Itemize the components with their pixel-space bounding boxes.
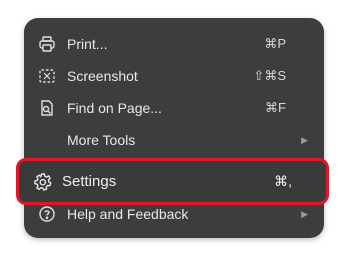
help-icon — [38, 205, 56, 223]
menu-item-print[interactable]: Print... ⌘P — [24, 28, 324, 60]
find-on-page-icon — [38, 99, 56, 117]
screenshot-icon — [38, 67, 56, 85]
chevron-right-icon: ▶ — [301, 208, 308, 219]
menu-item-label: Screenshot — [67, 68, 138, 84]
menu-item-shortcut: ⇧⌘S — [253, 68, 286, 83]
menu-item-screenshot[interactable]: Screenshot ⇧⌘S — [24, 60, 324, 92]
printer-icon — [38, 35, 56, 53]
menu-item-label: Settings — [62, 173, 117, 190]
menu-item-more-tools[interactable]: More Tools ▶ — [24, 124, 324, 156]
menu-item-shortcut: ⌘P — [264, 36, 286, 51]
menu-item-label: Help and Feedback — [67, 206, 189, 222]
menu-item-shortcut: ⌘, — [274, 173, 292, 189]
menu-item-settings[interactable]: Settings ⌘, — [16, 158, 329, 205]
gear-icon — [33, 172, 53, 192]
menu-item-label: Print... — [67, 36, 108, 52]
menu-item-shortcut: ⌘F — [265, 100, 286, 115]
menu-item-label: More Tools — [67, 132, 136, 148]
menu-item-find-on-page[interactable]: Find on Page... ⌘F — [24, 92, 324, 124]
chevron-right-icon: ▶ — [301, 134, 308, 145]
context-menu: Print... ⌘P Screenshot ⇧⌘S Find on Page.… — [24, 18, 324, 238]
menu-item-label: Find on Page... — [67, 100, 162, 116]
